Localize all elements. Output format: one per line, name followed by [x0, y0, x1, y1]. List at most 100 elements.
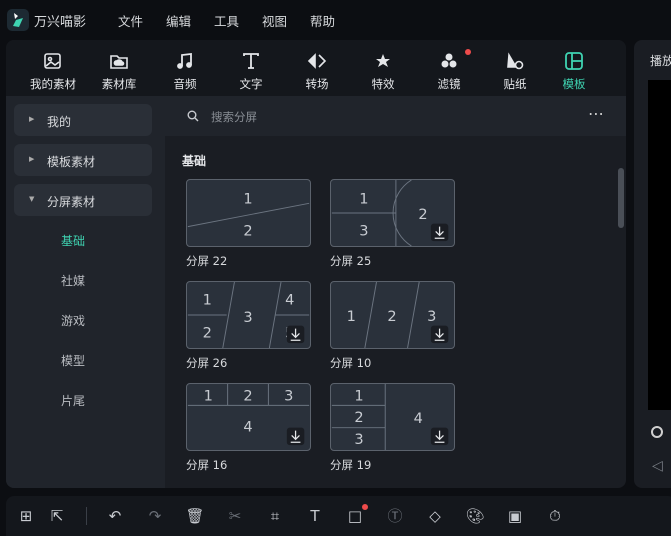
download-icon — [430, 325, 449, 344]
media-toolbar: 我的素材 素材库 音频 文字 转场 特效 滤镜 贴纸 模板 — [6, 40, 626, 96]
cell-number: 2 — [354, 409, 363, 426]
tab-text[interactable]: 文字 — [216, 50, 286, 92]
keyframe-icon[interactable]: ◇ — [425, 506, 445, 526]
sidebar-group-mine[interactable]: ▶ 我的 — [14, 104, 152, 136]
sidebar-item-ending[interactable]: 片尾 — [61, 392, 85, 409]
undo-icon[interactable]: ↶ — [105, 506, 125, 526]
template-split-26[interactable]: 12345 — [186, 281, 311, 349]
tab-transitions[interactable]: 转场 — [282, 50, 352, 92]
layout-grid-icon[interactable]: ⊞ — [16, 506, 36, 526]
cell-number: 4 — [414, 410, 423, 427]
cell-number: 1 — [354, 388, 363, 405]
template-split-19[interactable]: 1 2 3 4 — [330, 383, 455, 451]
tab-filters[interactable]: 滤镜 — [414, 50, 484, 92]
timer-stopwatch-icon[interactable]: ⏱︎ — [545, 506, 565, 526]
filter-circles-icon — [441, 53, 457, 68]
player-panel: 播放 ◁ — [634, 40, 671, 488]
cell-number: 2 — [387, 308, 396, 325]
sidebar-group-template-assets[interactable]: ▶ 模板素材 — [14, 144, 152, 176]
tab-audio[interactable]: 音频 — [150, 50, 220, 92]
template-label: 分屏 19 — [330, 458, 372, 472]
text-icon — [243, 53, 259, 69]
cell-number: 3 — [243, 309, 252, 326]
transition-icon — [307, 53, 327, 69]
sidebar-item-social[interactable]: 社媒 — [61, 272, 85, 289]
download-icon — [430, 223, 449, 242]
cell-number: 2 — [243, 388, 252, 405]
notification-badge — [362, 504, 368, 510]
category-sidebar: ▶我的 ▶模板素材 ▼分屏素材 基础 社媒 游戏 模型 片尾 ❮ — [6, 96, 165, 488]
cell-number: 1 — [203, 291, 212, 308]
menu-edit[interactable]: 编辑 — [166, 11, 191, 30]
cell-number: 3 — [359, 222, 368, 239]
timeline-toolbar: ⊞ ⇱ ↶ ↷ 🗑︎ ✂ ⌗ T □ Ⓣ ◇ 🎨︎ ▣ ⏱︎ — [6, 496, 671, 536]
cell-number: 3 — [284, 388, 293, 405]
template-split-22[interactable]: 12 — [186, 179, 311, 247]
template-split-25[interactable]: 1 3 2 — [330, 179, 455, 247]
crop-icon[interactable]: ⌗ — [265, 506, 285, 526]
cell-number: 4 — [243, 419, 252, 436]
cloud-folder-icon — [110, 55, 128, 69]
search-bar: 搜索分屏 ⋯ — [165, 96, 626, 136]
download-icon — [286, 325, 305, 344]
search-icon — [187, 110, 199, 122]
text-tool-icon[interactable]: T — [305, 506, 325, 526]
cell-number: 2 — [418, 206, 427, 223]
scrollbar[interactable] — [618, 168, 624, 228]
menu-help[interactable]: 帮助 — [310, 11, 335, 30]
portrait-presenter-icon[interactable]: ▣ — [505, 506, 525, 526]
cell-number: 4 — [285, 291, 294, 308]
section-title: 基础 — [182, 154, 207, 168]
select-arrow-icon[interactable]: ⇱ — [47, 506, 67, 526]
template-split-10[interactable]: 1 2 3 — [330, 281, 455, 349]
media-panel: 我的素材 素材库 音频 文字 转场 特效 滤镜 贴纸 模板 ▶ 我的 ▶ 模板素… — [6, 40, 626, 488]
color-palette-icon[interactable]: 🎨︎ — [465, 506, 485, 526]
sparkle-star-icon — [376, 54, 390, 67]
speech-to-text-icon[interactable]: Ⓣ — [385, 506, 405, 526]
app-name: 万兴喵影 — [34, 15, 87, 30]
image-icon — [44, 53, 61, 69]
template-split-16[interactable]: 1 2 3 4 — [186, 383, 311, 451]
redo-icon[interactable]: ↷ — [145, 506, 165, 526]
player-title: 播放 — [650, 54, 671, 68]
cell-number: 1 — [347, 308, 356, 325]
cell-number: 1 — [243, 190, 252, 207]
template-icon — [565, 52, 583, 70]
tab-effects[interactable]: 特效 — [348, 50, 418, 92]
sidebar-item-game[interactable]: 游戏 — [61, 312, 85, 329]
playhead-handle[interactable] — [651, 426, 663, 438]
sidebar-item-model[interactable]: 模型 — [61, 352, 85, 369]
template-label: 分屏 26 — [186, 356, 228, 370]
more-options-button[interactable]: ⋯ — [588, 104, 605, 123]
cell-number: 1 — [359, 190, 368, 207]
template-label: 分屏 22 — [186, 254, 228, 268]
menu-view[interactable]: 视图 — [262, 11, 287, 30]
delete-trash-icon[interactable]: 🗑︎ — [185, 506, 205, 526]
search-input[interactable]: 搜索分屏 — [211, 109, 257, 125]
cell-number: 3 — [427, 308, 436, 325]
tab-stock-library[interactable]: 素材库 — [84, 50, 154, 92]
cell-number: 1 — [204, 388, 213, 405]
previous-frame-icon[interactable]: ◁ — [652, 458, 663, 474]
tab-templates[interactable]: 模板 — [539, 50, 609, 92]
sticker-icon — [507, 52, 524, 70]
sidebar-group-split-screen[interactable]: ▼ 分屏素材 — [14, 184, 152, 216]
template-label: 分屏 16 — [186, 458, 228, 472]
app-logo-icon — [7, 9, 29, 31]
caret-right-icon: ▶ — [29, 155, 35, 163]
menu-bar: 万兴喵影 文件 编辑 工具 视图 帮助 — [0, 0, 671, 40]
cell-number: 2 — [243, 222, 252, 239]
menu-file[interactable]: 文件 — [118, 11, 143, 30]
template-label: 分屏 10 — [330, 356, 372, 370]
sidebar-item-basic[interactable]: 基础 — [61, 232, 85, 249]
cut-scissors-icon[interactable]: ✂ — [225, 506, 245, 526]
download-icon — [286, 427, 305, 446]
cell-number: 2 — [203, 324, 212, 341]
tab-my-media[interactable]: 我的素材 — [18, 50, 88, 92]
caret-down-icon: ▼ — [29, 195, 35, 203]
menu-tools[interactable]: 工具 — [214, 11, 239, 30]
download-icon — [430, 427, 449, 446]
preview-area — [648, 80, 671, 410]
cell-number: 3 — [354, 431, 363, 448]
divider — [86, 507, 87, 525]
